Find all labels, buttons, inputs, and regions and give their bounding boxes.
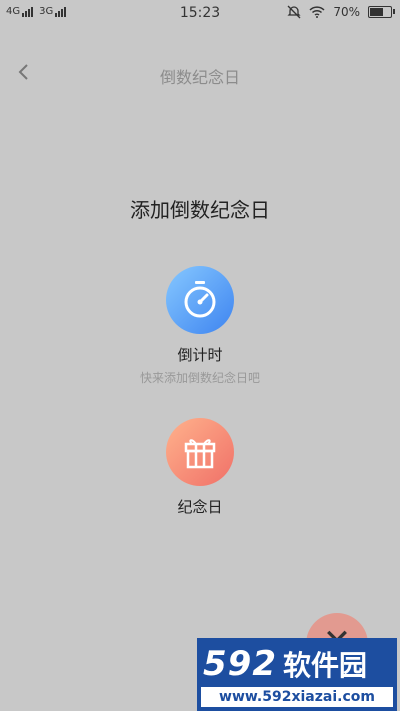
battery-fill [370,8,384,16]
watermark-logo: 592 软件园 www.592xiazai.com [197,638,397,711]
option-countdown-label[interactable]: 倒计时 [0,344,400,365]
wifi-icon [309,6,325,18]
watermark-text: 软件园 [282,649,367,682]
option-countdown-subtitle: 快来添加倒数纪念日吧 [139,371,260,385]
alarm-off-icon [287,5,301,19]
battery-percent: 70% [333,5,360,19]
option-anniversary-label[interactable]: 纪念日 [0,496,400,517]
watermark-url: www.592xiazai.com [201,687,393,707]
dialog-title: 添加倒数纪念日 [130,198,270,222]
status-right: 70% [287,5,395,19]
option-anniversary[interactable]: 纪念日 [0,418,400,517]
option-countdown[interactable]: 倒计时 快来添加倒数纪念日吧 [0,266,400,386]
app-header: 倒数纪念日 [0,52,400,96]
gift-icon[interactable] [166,418,234,486]
stopwatch-icon[interactable] [166,266,234,334]
battery-icon [368,6,395,18]
watermark-number: 592 [203,644,277,684]
page-title: 倒数纪念日 [159,68,240,87]
status-bar: 4G 3G 15:23 70% [0,0,400,28]
